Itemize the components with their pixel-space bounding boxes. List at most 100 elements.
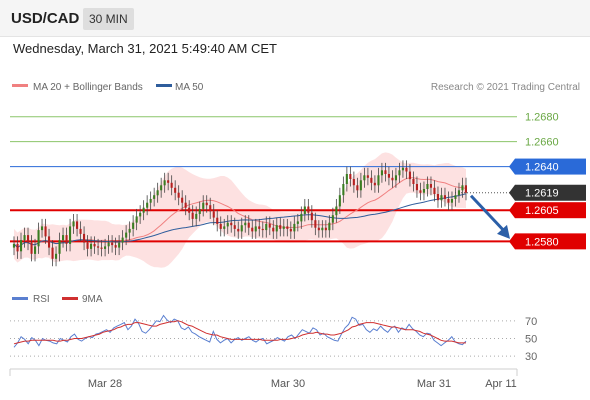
- candle-body: [226, 222, 229, 227]
- candle-body: [394, 175, 397, 181]
- candle-body: [195, 213, 198, 219]
- candle-body: [44, 226, 47, 237]
- candle-body: [419, 190, 422, 193]
- candle-body: [352, 179, 355, 186]
- candle-body: [366, 175, 369, 178]
- candle-body: [286, 226, 289, 229]
- candle-body: [443, 195, 446, 199]
- candle-body: [464, 185, 467, 193]
- candle-body: [83, 233, 86, 243]
- candle-body: [209, 205, 212, 212]
- candle-body: [342, 184, 345, 196]
- x-axis: Mar 28 Mar 30 Mar 31 Apr 11: [88, 378, 517, 390]
- candle-body: [111, 242, 114, 246]
- candle-body: [237, 228, 240, 232]
- candle-body: [114, 245, 117, 248]
- candle-body: [275, 225, 278, 232]
- candle-body: [132, 222, 135, 229]
- candle-body: [370, 177, 373, 183]
- candle-body: [100, 247, 103, 249]
- candle-body: [377, 175, 380, 186]
- candle-body: [205, 202, 208, 206]
- rsi-legend-label: RSI: [33, 294, 50, 305]
- candle-body: [20, 240, 23, 252]
- price-tag-pointer-pivot: [509, 158, 515, 175]
- forecast-arrow-shaft: [469, 194, 507, 233]
- candle-body: [415, 184, 418, 191]
- price-tag-pointer-support: [509, 202, 515, 219]
- candle-body: [27, 235, 30, 243]
- candle-body: [41, 226, 44, 231]
- candle-body: [398, 170, 401, 176]
- candle-body: [345, 174, 348, 184]
- candle-body: [219, 223, 222, 229]
- candle-body: [426, 184, 429, 189]
- candle-body: [34, 246, 37, 254]
- candle-body: [55, 253, 58, 259]
- price-label-support: 1.2605: [525, 205, 559, 217]
- candle-body: [65, 235, 68, 244]
- candle-body: [93, 243, 96, 247]
- candle-body: [454, 195, 457, 199]
- candle-body: [272, 227, 275, 232]
- candle-body: [97, 246, 100, 248]
- candle-body: [142, 207, 145, 213]
- candle-body: [261, 228, 264, 231]
- candle-body: [163, 180, 166, 186]
- candle-body: [233, 225, 236, 229]
- candle-body: [282, 226, 285, 229]
- candle-body: [174, 187, 177, 193]
- candle-body: [125, 232, 128, 238]
- candle-body: [356, 185, 359, 191]
- candle-body: [51, 247, 54, 259]
- x-tick-label: Apr 11: [485, 378, 517, 390]
- candle-body: [338, 195, 341, 207]
- candle-body: [223, 226, 226, 229]
- candle-body: [310, 212, 313, 221]
- candle-body: [324, 227, 327, 231]
- candle-body: [191, 212, 194, 219]
- candle-body: [170, 182, 173, 188]
- candle-body: [387, 174, 390, 178]
- candle-body: [244, 222, 247, 226]
- candle-body: [37, 230, 40, 247]
- candle-body: [198, 209, 201, 214]
- candle-body: [146, 202, 149, 208]
- chart-canvas: MA 20 + Bollinger Bands MA 50 Research ©…: [9, 82, 586, 390]
- candle-body: [450, 199, 453, 203]
- ma9-legend-swatch: [62, 297, 78, 300]
- rsi-line: [13, 314, 467, 348]
- price-label-pivot: 1.2640: [525, 162, 559, 174]
- candle-body: [135, 216, 138, 223]
- candle-body: [118, 242, 121, 248]
- candle-body: [296, 221, 299, 224]
- candle-body: [30, 242, 33, 254]
- price-label-resistance: 1.2660: [525, 137, 559, 149]
- credit-text: Research © 2021 Trading Central: [431, 82, 580, 93]
- candle-body: [230, 222, 233, 226]
- candle-body: [433, 187, 436, 194]
- candle-body: [128, 228, 131, 233]
- candle-body: [359, 180, 362, 191]
- candle-body: [422, 189, 425, 193]
- candle-body: [408, 171, 411, 180]
- candle-body: [405, 167, 408, 172]
- candle-body: [121, 237, 124, 243]
- price-tag-pointer-support: [509, 233, 515, 250]
- candle-body: [160, 185, 163, 191]
- candle-body: [156, 190, 159, 196]
- candle-body: [401, 167, 404, 171]
- candle-body: [328, 222, 331, 231]
- candle-body: [307, 206, 310, 213]
- candle-body: [429, 184, 432, 188]
- rsi-tick-label: 50: [525, 334, 537, 346]
- price-label-last: 1.2619: [525, 188, 559, 200]
- candle-body: [436, 194, 439, 201]
- candle-body: [149, 199, 152, 203]
- candle-body: [254, 226, 257, 232]
- candle-body: [321, 227, 324, 231]
- candle-body: [90, 243, 93, 249]
- candle-body: [335, 206, 338, 216]
- candle-body: [373, 182, 376, 186]
- candle-body: [461, 185, 464, 191]
